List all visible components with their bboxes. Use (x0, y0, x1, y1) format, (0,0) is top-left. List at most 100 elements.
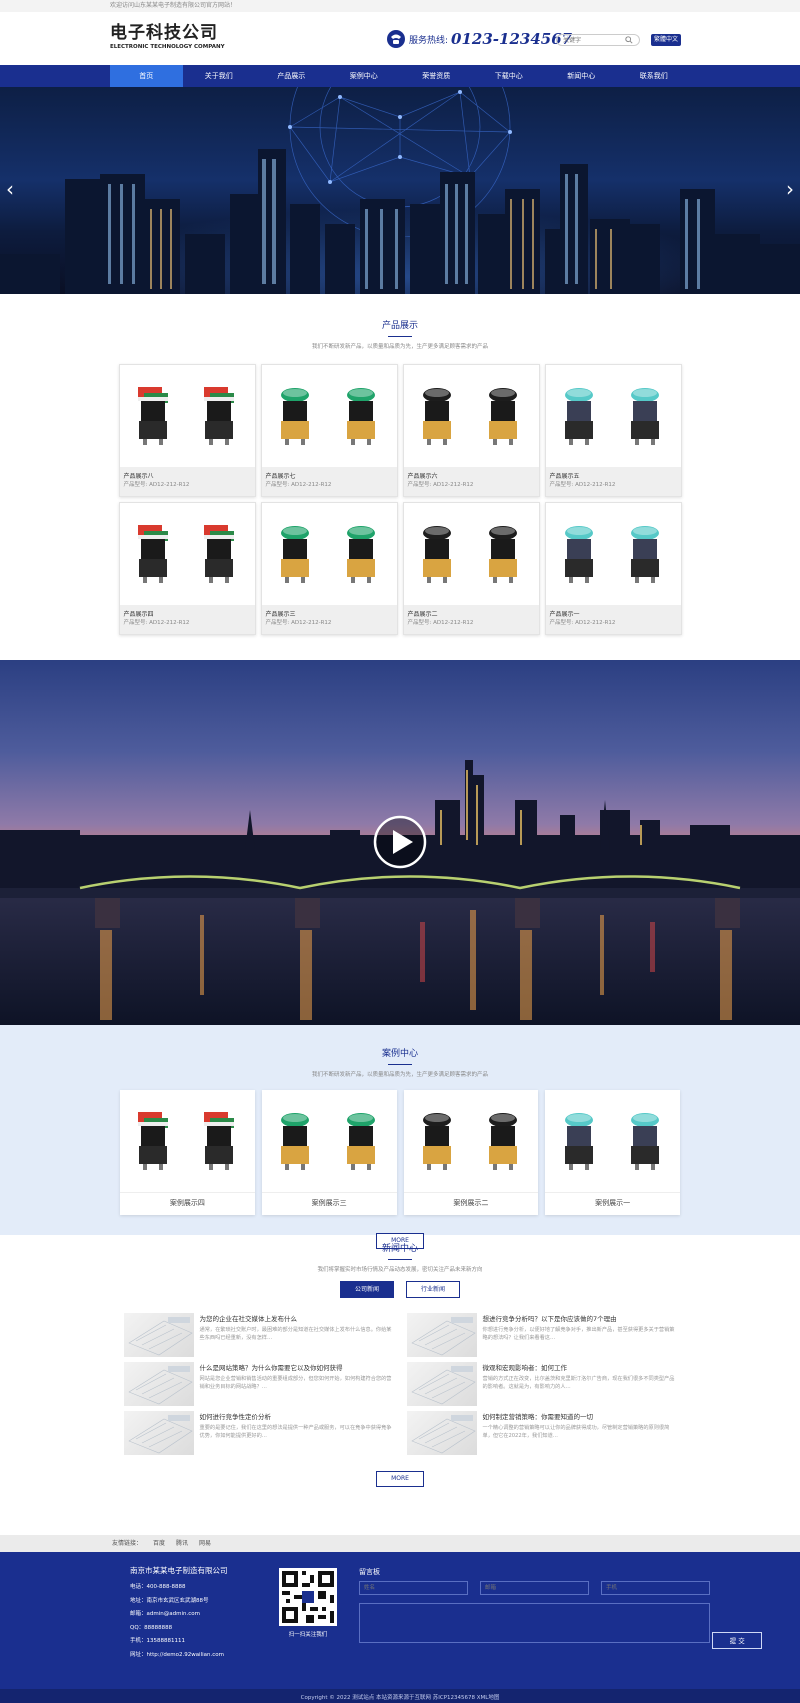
product-card[interactable]: 产品展示一 产品型号: AD12-212-R12 (544, 502, 682, 635)
product-name[interactable]: 产品展示六 (408, 472, 535, 481)
news-thumbnail[interactable] (406, 1411, 477, 1455)
product-name[interactable]: 产品展示八 (124, 472, 251, 481)
product-model: 产品型号: AD12-212-R12 (549, 620, 616, 626)
news-thumbnail[interactable] (406, 1313, 477, 1357)
news-title[interactable]: 微观和宏观影响者：如何工作 (483, 1363, 675, 1373)
product-card[interactable]: 产品展示六 产品型号: AD12-212-R12 (402, 364, 540, 497)
product-image[interactable] (545, 503, 681, 605)
news-more-button[interactable]: MORE (376, 1471, 424, 1487)
push-button-icon (564, 1113, 659, 1170)
case-card[interactable]: 案例展示四 (120, 1090, 255, 1215)
case-card[interactable]: 案例展示三 (261, 1090, 397, 1215)
news-item[interactable]: 想进行竞争分析吗？以下是你应该做的7个理由 你想进行竞争分析，以便好地了解竞争对… (406, 1313, 677, 1357)
banner-prev-arrow-icon[interactable]: ‹ (4, 179, 16, 199)
nav-item-4[interactable]: 荣誉资质 (400, 65, 473, 87)
news-item[interactable]: 如何制定营销策略：你需要知道的一切 一个精心调整的营销策略可以让你的品牌获得成功… (406, 1411, 677, 1455)
product-card[interactable]: 产品展示七 产品型号: AD12-212-R12 (260, 364, 398, 497)
friend-links-label: 友情链接： (112, 1540, 143, 1547)
case-image[interactable] (262, 1090, 397, 1192)
phone-field[interactable] (601, 1581, 710, 1595)
nav-item-3[interactable]: 案例中心 (328, 65, 401, 87)
footer-contact-line: 地址：南京市玄武区玄武湖88号 (130, 1597, 209, 1604)
case-card[interactable]: 案例展示一 (545, 1090, 680, 1215)
case-name[interactable]: 案例展示一 (545, 1192, 680, 1215)
hotline: 服务热线: 0123-1234567 (385, 29, 572, 49)
news-title[interactable]: 想进行竞争分析吗？以下是你应该做的7个理由 (483, 1314, 675, 1324)
search-input[interactable] (563, 35, 625, 45)
news-thumbnail[interactable] (123, 1313, 194, 1357)
product-name[interactable]: 产品展示七 (266, 472, 393, 481)
site-logo[interactable]: 电子科技公司 ELECTRONIC TECHNOLOGY COMPANY (110, 23, 225, 51)
news-thumbnail[interactable] (406, 1362, 477, 1406)
news-item[interactable]: 如何进行竞争性定价分析 重要的是要记住，我们在这里的想法是提供一种产品或服务，可… (123, 1411, 394, 1455)
news-thumbnail[interactable] (123, 1362, 194, 1406)
product-image[interactable] (119, 503, 255, 605)
nav-item-6[interactable]: 新闻中心 (545, 65, 618, 87)
push-button-icon (281, 388, 375, 445)
product-card[interactable]: 产品展示八 产品型号: AD12-212-R12 (118, 364, 256, 497)
nav-item-1[interactable]: 关于我们 (183, 65, 256, 87)
submit-button[interactable]: 提 交 (712, 1631, 763, 1649)
video-section (0, 660, 800, 1025)
name-field[interactable] (359, 1581, 468, 1595)
qr-code-icon (279, 1568, 337, 1626)
news-summary: 一个精心调整的营销策略可以让你的品牌获得成功，尽管制定营销策略的原则很简单，但它… (482, 1425, 670, 1439)
product-name[interactable]: 产品展示五 (550, 472, 677, 481)
product-name[interactable]: 产品展示三 (266, 610, 393, 619)
news-item[interactable]: 微观和宏观影响者：如何工作 营销的方式正在改变，比尔盖茨和克里斯汀洛尔广告商，现… (406, 1362, 677, 1406)
banner-next-arrow-icon[interactable]: › (784, 179, 796, 199)
email-field[interactable] (480, 1581, 589, 1595)
case-image[interactable] (545, 1090, 680, 1192)
friend-link[interactable]: 网易 (199, 1535, 211, 1552)
news-thumbnail[interactable] (123, 1411, 194, 1455)
friend-link[interactable]: 百度 (153, 1535, 165, 1552)
message-textarea[interactable] (359, 1603, 710, 1643)
tab-industry-news[interactable]: 行业新闻 (406, 1281, 460, 1298)
case-image[interactable] (120, 1090, 255, 1192)
case-name[interactable]: 案例展示三 (261, 1192, 397, 1215)
product-name[interactable]: 产品展示二 (408, 610, 535, 619)
nav-item-5[interactable]: 下载中心 (473, 65, 546, 87)
push-button-icon (138, 387, 234, 445)
news-summary: 营销的方式正在改变，比尔盖茨和克里斯汀洛尔广告商，现在我们很多不同类型产品的影响… (482, 1376, 675, 1390)
search-icon[interactable] (625, 36, 633, 44)
footer-contact-line: 邮箱：admin@admin.com (130, 1611, 200, 1617)
push-button-icon (138, 525, 234, 583)
case-name[interactable]: 案例展示四 (120, 1192, 255, 1215)
news-title[interactable]: 什么是网站策略？为什么你需要它以及你如何获得 (200, 1363, 392, 1373)
product-image[interactable] (403, 365, 539, 467)
product-name[interactable]: 产品展示一 (550, 610, 677, 619)
product-card[interactable]: 产品展示三 产品型号: AD12-212-R12 (260, 502, 398, 635)
hotline-label: 服务热线: (409, 35, 449, 46)
play-button-icon[interactable] (373, 815, 427, 869)
product-image[interactable] (403, 503, 539, 605)
news-title[interactable]: 如何制定营销策略：你需要知道的一切 (483, 1412, 675, 1422)
nav-item-2[interactable]: 产品展示 (255, 65, 328, 87)
friend-link[interactable]: 腾讯 (176, 1535, 188, 1552)
product-image[interactable] (119, 365, 255, 467)
product-name[interactable]: 产品展示四 (124, 610, 251, 619)
language-switch-button[interactable]: 繁體中文 (651, 34, 681, 46)
nav-item-7[interactable]: 联系我们 (618, 65, 691, 87)
product-card[interactable]: 产品展示五 产品型号: AD12-212-R12 (544, 364, 682, 497)
product-model: 产品型号: AD12-212-R12 (123, 620, 190, 626)
footer-contact-line: 网址：http://demo2.92wailian.com (130, 1651, 224, 1658)
product-image[interactable] (261, 365, 397, 467)
news-item[interactable]: 为您的企业在社交媒体上发布什么 通常，在繁琐社交账户时，最困难的部分是知道在社交… (123, 1313, 394, 1357)
site-header: 电子科技公司 ELECTRONIC TECHNOLOGY COMPANY 服务热… (0, 12, 800, 65)
cases-subtitle: 我们不断研发新产品，以质量和品质为先，生产更多满足顾客需求的产品 (311, 1072, 488, 1078)
product-image[interactable] (545, 365, 681, 467)
nav-item-0[interactable]: 首页 (110, 65, 183, 87)
news-title[interactable]: 如何进行竞争性定价分析 (200, 1412, 392, 1422)
footer-contact: 南京市某某电子制造有限公司 电话：400-888-8888 地址：南京市玄武区玄武… (130, 1566, 228, 1662)
news-title[interactable]: 为您的企业在社交媒体上发布什么 (200, 1314, 392, 1324)
news-summary: 重要的是要记住，我们在这里的想法是提供一种产品或服务，可以在竞争中获得竞争优势，… (199, 1425, 392, 1439)
case-image[interactable] (404, 1090, 539, 1192)
case-card[interactable]: 案例展示二 (403, 1090, 539, 1215)
news-item[interactable]: 什么是网站策略？为什么你需要它以及你如何获得 网站是您企业营销和销售活动的重要组… (123, 1362, 394, 1406)
tab-company-news[interactable]: 公司新闻 (340, 1281, 394, 1298)
product-card[interactable]: 产品展示二 产品型号: AD12-212-R12 (402, 502, 540, 635)
product-image[interactable] (261, 503, 397, 605)
product-card[interactable]: 产品展示四 产品型号: AD12-212-R12 (118, 502, 256, 635)
case-name[interactable]: 案例展示二 (403, 1192, 539, 1215)
